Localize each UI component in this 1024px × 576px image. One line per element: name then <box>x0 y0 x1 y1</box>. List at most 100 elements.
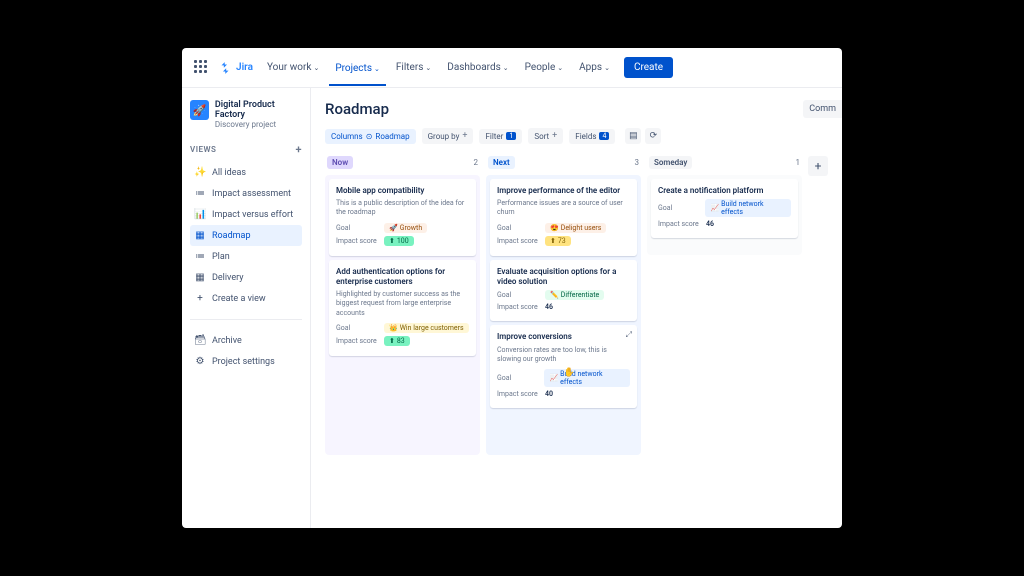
sidebar: 🚀 Digital Product Factory Discovery proj… <box>182 88 311 528</box>
comment-button[interactable]: Comm <box>803 100 842 118</box>
goal-label: Goal <box>336 224 378 232</box>
nav-item-filters[interactable]: Filters⌄ <box>390 56 437 79</box>
impact-score-label: Impact score <box>497 390 539 398</box>
impact-score-label: Impact score <box>336 237 378 245</box>
impact-score-tag: ⬆83 <box>384 336 410 346</box>
chevron-down-icon: ⌄ <box>425 64 431 72</box>
top-navigation: Jira Your work⌄Projects⌄Filters⌄Dashboar… <box>182 48 842 88</box>
board-column: Someday 1 Create a notification platform… <box>647 156 802 455</box>
views-section-label: VIEWS + <box>190 143 302 156</box>
view-icon: ≔ <box>194 251 206 262</box>
view-icon: ≔ <box>194 188 206 199</box>
sidebar-view-plan[interactable]: ≔Plan <box>190 246 302 267</box>
column-body[interactable]: Mobile app compatibility This is a publi… <box>325 175 480 455</box>
column-count: 1 <box>796 158 801 167</box>
goal-tag: ✏️Differentiate <box>545 290 604 300</box>
sidebar-view-roadmap[interactable]: ▦Roadmap <box>190 225 302 246</box>
create-button[interactable]: Create <box>624 57 673 78</box>
goal-label: Goal <box>658 204 699 212</box>
impact-score-label: Impact score <box>497 237 539 245</box>
nav-item-dashboards[interactable]: Dashboards⌄ <box>441 56 514 79</box>
column-body[interactable]: Create a notification platform Goal📈Buil… <box>647 175 802 255</box>
goal-tag: 👑Win large customers <box>384 323 469 333</box>
card-description: Highlighted by customer success as the b… <box>336 290 469 317</box>
filter-pill[interactable]: Filter 1 <box>479 129 522 144</box>
idea-card[interactable]: Mobile app compatibility This is a publi… <box>329 179 476 256</box>
fields-filter[interactable]: Fields 4 <box>569 129 615 144</box>
clock-icon: ⊙ <box>366 132 373 141</box>
card-title: Mobile app compatibility <box>336 186 469 196</box>
project-name: Digital Product Factory <box>215 100 302 120</box>
jira-logo-icon <box>218 61 232 75</box>
impact-score-value: 46 <box>706 220 714 228</box>
goal-tag: 😍Delight users <box>545 223 606 233</box>
project-subtitle: Discovery project <box>215 120 302 129</box>
sort-filter[interactable]: Sort + <box>528 128 563 144</box>
impact-score-label: Impact score <box>336 337 378 345</box>
nav-item-apps[interactable]: Apps⌄ <box>573 56 616 79</box>
filter-bar: Columns ⊙ Roadmap Group by + Filter 1 So… <box>325 128 828 144</box>
project-icon: 🚀 <box>190 100 209 120</box>
sidebar-view-delivery[interactable]: ▦Delivery <box>190 267 302 288</box>
card-title: Improve conversions <box>497 332 630 342</box>
chevron-down-icon: ⌄ <box>557 64 563 72</box>
idea-card[interactable]: Evaluate acquisition options for a video… <box>490 260 637 322</box>
nav-item-people[interactable]: People⌄ <box>519 56 569 79</box>
goal-label: Goal <box>336 324 378 332</box>
refresh-icon[interactable]: ⟳ <box>645 128 661 144</box>
column-header: Next 3 <box>486 156 641 169</box>
chevron-down-icon: ⌄ <box>374 65 380 73</box>
card-description: This is a public description of the idea… <box>336 199 469 217</box>
group-by-filter[interactable]: Group by + <box>422 128 474 144</box>
column-count: 2 <box>474 158 479 167</box>
impact-score-tag: ⬆73 <box>545 236 571 246</box>
main-content: Roadmap Comm Columns ⊙ Roadmap Group by … <box>311 88 842 528</box>
goal-tag: 🚀Growth <box>384 223 427 233</box>
goal-tag: 📈Build network effects <box>544 369 630 387</box>
idea-card[interactable]: Add authentication options for enterpris… <box>329 260 476 356</box>
idea-card[interactable]: ⤢ Improve conversions Conversion rates a… <box>490 325 637 408</box>
impact-score-tag: ⬆100 <box>384 236 414 246</box>
plus-icon: + <box>552 131 557 141</box>
column-header: Now 2 <box>325 156 480 169</box>
project-header[interactable]: 🚀 Digital Product Factory Discovery proj… <box>190 100 302 129</box>
column-count: 3 <box>635 158 640 167</box>
idea-card[interactable]: Create a notification platform Goal📈Buil… <box>651 179 798 238</box>
chevron-down-icon: ⌄ <box>313 64 319 72</box>
primary-nav: Your work⌄Projects⌄Filters⌄Dashboards⌄Pe… <box>261 56 616 79</box>
columns-filter[interactable]: Columns ⊙ Roadmap <box>325 129 416 144</box>
expand-icon[interactable]: ⤢ <box>626 330 632 340</box>
add-column-button[interactable]: + <box>808 156 828 176</box>
column-header: Someday 1 <box>647 156 802 169</box>
nav-item-projects[interactable]: Projects⌄ <box>329 57 386 86</box>
column-body[interactable]: Improve performance of the editor Perfor… <box>486 175 641 455</box>
impact-score-value: 40 <box>545 390 553 398</box>
column-title[interactable]: Now <box>327 156 353 169</box>
nav-item-your-work[interactable]: Your work⌄ <box>261 56 325 79</box>
jira-logo[interactable]: Jira <box>218 61 253 75</box>
chevron-down-icon: ⌄ <box>604 64 610 72</box>
sidebar-view-impact-assessment[interactable]: ≔Impact assessment <box>190 183 302 204</box>
archive-link[interactable]: 🗃 Archive <box>190 330 302 351</box>
add-view-icon[interactable]: + <box>295 143 302 156</box>
card-title: Improve performance of the editor <box>497 186 630 196</box>
column-title[interactable]: Next <box>488 156 515 169</box>
impact-score-label: Impact score <box>658 220 700 228</box>
page-title: Roadmap <box>325 100 828 118</box>
archive-icon: 🗃 <box>194 335 206 346</box>
sidebar-view-impact-versus-effort[interactable]: 📊Impact versus effort <box>190 204 302 225</box>
impact-score-label: Impact score <box>497 303 539 311</box>
board-column: Now 2 Mobile app compatibility This is a… <box>325 156 480 455</box>
app-switcher-icon[interactable] <box>194 60 210 76</box>
cursor-icon: ✋ <box>564 368 575 378</box>
plus-icon: + <box>194 293 206 304</box>
column-title[interactable]: Someday <box>649 156 692 169</box>
project-settings-link[interactable]: ⚙ Project settings <box>190 351 302 372</box>
create-view-button[interactable]: + Create a view <box>190 288 302 309</box>
card-title: Add authentication options for enterpris… <box>336 267 469 288</box>
goal-label: Goal <box>497 374 538 382</box>
layout-icon[interactable]: ▤ <box>625 128 641 144</box>
logo-text: Jira <box>236 62 253 73</box>
idea-card[interactable]: Improve performance of the editor Perfor… <box>490 179 637 256</box>
sidebar-view-all-ideas[interactable]: ✨All ideas <box>190 162 302 183</box>
